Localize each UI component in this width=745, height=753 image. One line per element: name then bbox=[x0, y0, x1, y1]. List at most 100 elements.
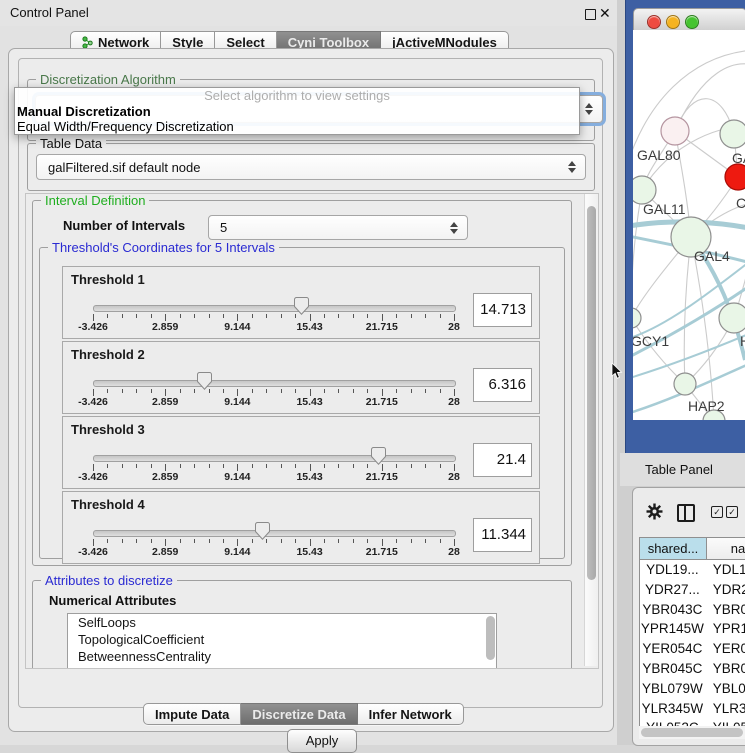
tick-label: -3.426 bbox=[65, 321, 121, 333]
network-node[interactable] bbox=[633, 176, 656, 204]
list-item[interactable]: TopologicalCoefficient bbox=[68, 631, 496, 648]
network-node[interactable] bbox=[674, 373, 696, 395]
threshold-value-field[interactable]: 11.344 bbox=[473, 518, 532, 552]
tab-discretize-data[interactable]: Discretize Data bbox=[241, 703, 357, 725]
tick-mark bbox=[295, 389, 296, 393]
checkbox-icon[interactable]: ✓ bbox=[711, 506, 723, 518]
stepper-icon bbox=[585, 103, 593, 115]
tick-mark bbox=[396, 539, 397, 543]
edge bbox=[633, 190, 642, 318]
minimize-traffic-light-icon[interactable] bbox=[666, 15, 680, 29]
tick-mark bbox=[295, 464, 296, 468]
tick-mark bbox=[93, 539, 94, 546]
network-window-titlebar[interactable] bbox=[633, 8, 745, 32]
table-panel-title: Table Panel bbox=[645, 453, 713, 486]
vertical-scrollbar-thumb[interactable] bbox=[587, 206, 596, 580]
tick-label: -3.426 bbox=[65, 396, 121, 408]
threshold-box: Threshold 4-3.4262.8599.14415.4321.71528… bbox=[62, 491, 540, 564]
app-root: Control Panel ✕ NetworkStyleSelectCyni T… bbox=[0, 0, 745, 745]
apply-button[interactable]: Apply bbox=[287, 729, 357, 753]
node-label: HAP2 bbox=[688, 398, 725, 414]
table-row[interactable]: YBR043CYBR043C bbox=[640, 600, 745, 620]
list-item[interactable]: SelfLoops bbox=[68, 614, 496, 631]
cell-shared-name: YDL19... bbox=[640, 560, 705, 580]
tick-mark bbox=[237, 464, 238, 471]
threshold-value-field[interactable]: 14.713 bbox=[473, 293, 532, 327]
horizontal-scrollbar[interactable] bbox=[639, 726, 745, 739]
table-row[interactable]: YDL19...YDL19... bbox=[640, 560, 745, 580]
threshold-value-field[interactable]: 21.4 bbox=[473, 443, 532, 477]
tick-mark bbox=[266, 539, 267, 543]
tab-infer-network[interactable]: Infer Network bbox=[358, 703, 464, 725]
tick-mark bbox=[425, 539, 426, 543]
close-traffic-light-icon[interactable] bbox=[647, 15, 661, 29]
cell-shared-name: YDR27... bbox=[640, 580, 705, 600]
split-view-icon[interactable] bbox=[677, 504, 695, 522]
gear-icon[interactable] bbox=[646, 503, 663, 520]
zoom-traffic-light-icon[interactable] bbox=[685, 15, 699, 29]
float-window-icon[interactable] bbox=[585, 9, 596, 20]
algorithm-prompt: Select algorithm to view settings bbox=[15, 88, 579, 104]
network-node[interactable] bbox=[719, 303, 745, 333]
node-label: GA bbox=[732, 150, 745, 166]
close-icon[interactable]: ✕ bbox=[599, 3, 611, 23]
tick-mark bbox=[209, 389, 210, 393]
table-row[interactable]: YBL079WYBL079W bbox=[640, 679, 745, 699]
tick-mark bbox=[353, 389, 354, 393]
slider-knob[interactable] bbox=[197, 372, 212, 390]
slider-track[interactable] bbox=[93, 305, 456, 312]
vertical-scrollbar[interactable] bbox=[584, 194, 598, 666]
slider-track[interactable] bbox=[93, 455, 456, 462]
cell-name: YBR045C bbox=[705, 659, 745, 679]
tick-mark bbox=[252, 464, 253, 468]
table-data-combobox[interactable]: galFiltered.sif default node bbox=[36, 154, 586, 180]
slider-knob[interactable] bbox=[371, 447, 386, 465]
discretize-data-pane: Discretization Algorithm Table Data galF… bbox=[18, 58, 603, 708]
stepper-icon bbox=[568, 161, 576, 173]
threshold-value-field[interactable]: 6.316 bbox=[473, 368, 532, 402]
network-canvas[interactable]: GAL80GACGAL11GAL4GCY1HHAP2 bbox=[633, 30, 745, 420]
tick-mark bbox=[324, 314, 325, 318]
tick-mark bbox=[165, 539, 166, 546]
network-node[interactable] bbox=[661, 117, 689, 145]
network-node[interactable] bbox=[725, 164, 745, 190]
table-row[interactable]: YBR045CYBR045C bbox=[640, 659, 745, 679]
number-of-intervals-combobox[interactable]: 5 bbox=[208, 215, 468, 240]
tab-impute-data[interactable]: Impute Data bbox=[143, 703, 241, 725]
horizontal-scrollbar-thumb[interactable] bbox=[641, 728, 743, 737]
tick-label: 9.144 bbox=[209, 396, 265, 408]
table-row[interactable]: YPR145WYPR145W bbox=[640, 619, 745, 639]
column-header-name[interactable]: name bbox=[707, 538, 745, 559]
slider-knob[interactable] bbox=[294, 297, 309, 315]
thresholds-group-title: Threshold's Coordinates for 5 Intervals bbox=[48, 240, 279, 255]
tick-mark bbox=[353, 464, 354, 468]
table-row[interactable]: YDR27...YDR27... bbox=[640, 580, 745, 600]
slider-track[interactable] bbox=[93, 380, 456, 387]
network-node[interactable] bbox=[720, 120, 745, 148]
slider-knob[interactable] bbox=[255, 522, 270, 540]
tick-mark bbox=[310, 314, 311, 321]
tick-mark bbox=[310, 539, 311, 546]
table-data-group-title: Table Data bbox=[36, 136, 106, 151]
tick-mark bbox=[93, 314, 94, 321]
numerical-attributes-list[interactable]: SelfLoopsTopologicalCoefficientBetweenne… bbox=[67, 613, 497, 669]
network-node[interactable] bbox=[633, 308, 641, 328]
table-row[interactable]: YLR345WYLR345W bbox=[640, 699, 745, 719]
list-scrollbar[interactable] bbox=[486, 616, 495, 660]
node-table: shared...name YDL19...YDL19...YDR27...YD… bbox=[639, 537, 745, 728]
tick-mark bbox=[382, 464, 383, 471]
table-row[interactable]: YER054CYER054C bbox=[640, 639, 745, 659]
tick-mark bbox=[338, 389, 339, 393]
algorithm-option[interactable]: Manual Discretization bbox=[15, 104, 579, 119]
checkbox-icon[interactable]: ✓ bbox=[726, 506, 738, 518]
threshold-label: Threshold 3 bbox=[71, 422, 145, 437]
tick-mark bbox=[237, 539, 238, 546]
tick-mark bbox=[281, 539, 282, 543]
tick-mark bbox=[136, 539, 137, 543]
list-item[interactable]: BetweennessCentrality bbox=[68, 648, 496, 665]
tick-mark bbox=[180, 314, 181, 318]
cell-name: YPR145W bbox=[705, 619, 745, 639]
algorithm-option[interactable]: Equal Width/Frequency Discretization bbox=[15, 119, 579, 134]
slider-track[interactable] bbox=[93, 530, 456, 537]
column-header-shared-name[interactable]: shared... bbox=[640, 538, 707, 559]
